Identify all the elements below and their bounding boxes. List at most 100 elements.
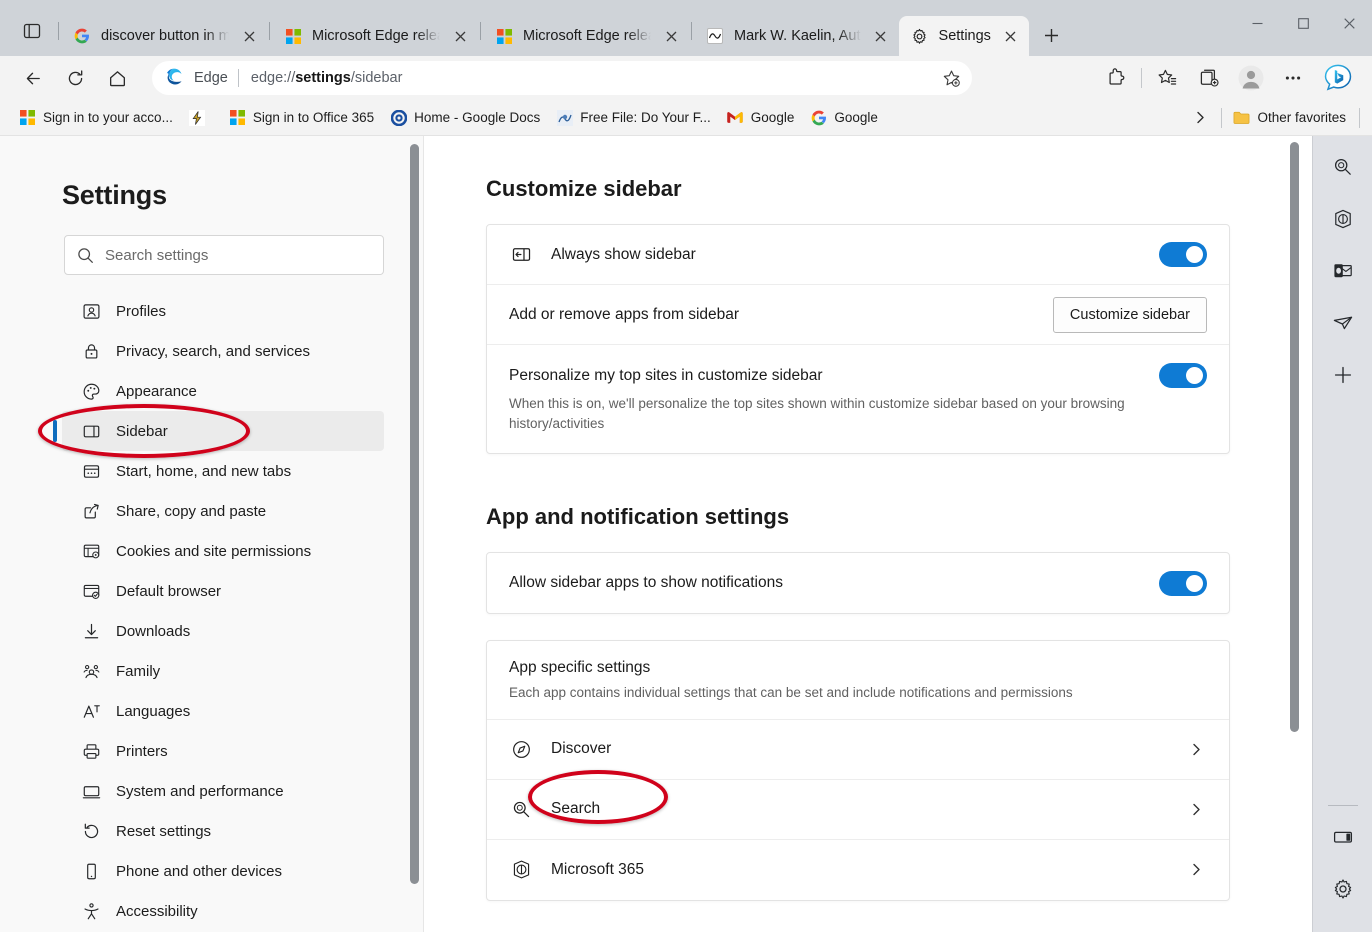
toggle-knob xyxy=(1186,367,1203,384)
settings-nav-scrollbar[interactable] xyxy=(410,144,419,884)
sidebar-item-appearance[interactable]: Appearance xyxy=(62,371,384,411)
sidebar-toggle-button[interactable] xyxy=(1324,818,1362,856)
close-icon[interactable] xyxy=(659,24,683,48)
sidebar-item-phone-devices[interactable]: Phone and other devices xyxy=(62,851,384,891)
address-bar[interactable]: Edge edge://settings/sidebar xyxy=(152,61,972,95)
content-scrollbar[interactable] xyxy=(1290,142,1299,732)
browser-tab[interactable]: Microsoft Edge relea xyxy=(483,16,689,56)
favorite-item[interactable]: Sign in to Office 365 xyxy=(222,105,381,131)
languages-icon xyxy=(80,700,102,722)
personalize-top-sites-toggle[interactable] xyxy=(1159,363,1207,388)
sidebar-item-profiles[interactable]: Profiles xyxy=(62,291,384,331)
close-window-button[interactable] xyxy=(1326,0,1372,46)
sidebar-item-printers[interactable]: Printers xyxy=(62,731,384,771)
sidebar-item-reset-settings[interactable]: Reset settings xyxy=(62,811,384,851)
add-favorite-icon[interactable] xyxy=(936,63,966,93)
sidebar-item-label: Share, copy and paste xyxy=(116,502,267,520)
app-row-microsoft-365[interactable]: Microsoft 365 xyxy=(487,840,1229,900)
favorite-item[interactable]: Sign in to your acco... xyxy=(12,105,180,131)
search-settings-box[interactable] xyxy=(64,235,384,275)
sidebar-item-system[interactable]: System and performance xyxy=(62,771,384,811)
tab-title: discover button in m xyxy=(101,28,229,44)
sidebar-item-start-home[interactable]: Start, home, and new tabs xyxy=(62,451,384,491)
browser-tab[interactable]: discover button in m xyxy=(61,16,267,56)
favorite-label: Sign in to Office 365 xyxy=(252,110,375,125)
bing-chat-button[interactable] xyxy=(1318,58,1358,98)
favorite-item[interactable]: Free File: Do Your F... xyxy=(549,105,718,131)
favorite-item[interactable]: Google xyxy=(720,105,802,131)
close-icon[interactable] xyxy=(237,24,261,48)
sidebar-item-downloads[interactable]: Downloads xyxy=(62,611,384,651)
maximize-button[interactable] xyxy=(1280,0,1326,46)
customize-sidebar-button[interactable]: Customize sidebar xyxy=(1052,296,1207,333)
sidebar-item-label: Phone and other devices xyxy=(116,862,282,880)
toggle-sidebar-icon xyxy=(1333,831,1353,843)
sidebar-search-button[interactable] xyxy=(1324,148,1362,186)
tab-separator xyxy=(691,22,692,40)
browser-tab[interactable]: Mark W. Kaelin, Aut xyxy=(694,16,899,56)
sidebar-item-default-browser[interactable]: Default browser xyxy=(62,571,384,611)
outlook-icon xyxy=(1333,264,1352,278)
docs-icon xyxy=(390,109,407,126)
address-bar-url[interactable]: edge://settings/sidebar xyxy=(251,70,936,86)
favorite-item[interactable]: Home - Google Docs xyxy=(383,105,547,131)
sidebar-item-sidebar[interactable]: Sidebar xyxy=(53,411,384,451)
sidebar-item-label: Printers xyxy=(116,742,168,760)
sidebar-settings-button[interactable] xyxy=(1324,870,1362,908)
chevron-right-icon[interactable] xyxy=(1185,859,1207,881)
tab-actions-menu-button[interactable] xyxy=(14,14,50,48)
sidebar-item-label: Downloads xyxy=(116,622,191,640)
close-icon[interactable] xyxy=(999,24,1023,48)
browser-tab-settings[interactable]: Settings xyxy=(898,16,1029,56)
back-button[interactable] xyxy=(16,61,50,95)
profile-avatar[interactable] xyxy=(1234,61,1268,95)
sidebar-item-label: Languages xyxy=(116,702,191,720)
section-title-app-notification: App and notification settings xyxy=(486,504,790,530)
close-icon[interactable] xyxy=(448,24,472,48)
chevron-right-icon[interactable] xyxy=(1185,738,1207,760)
other-favorites-folder[interactable]: Other favorites xyxy=(1226,105,1353,131)
sidebar-add-app-button[interactable] xyxy=(1324,356,1362,394)
always-show-sidebar-toggle[interactable] xyxy=(1159,242,1207,267)
extensions-button[interactable] xyxy=(1099,61,1133,95)
sidebar-item-label: Accessibility xyxy=(116,902,198,920)
sidebar-games-button[interactable] xyxy=(1324,304,1362,342)
favorites-button[interactable] xyxy=(1150,61,1184,95)
sidebar-item-privacy[interactable]: Privacy, search, and services xyxy=(62,331,384,371)
browser-tab[interactable]: Microsoft Edge relea xyxy=(272,16,478,56)
show-sidebar-icon xyxy=(509,243,533,267)
favorite-item[interactable] xyxy=(182,105,220,131)
favorites-overflow-icon[interactable] xyxy=(1187,105,1213,131)
sidebar-item-label: Cookies and site permissions xyxy=(116,542,312,560)
allow-notifications-toggle[interactable] xyxy=(1159,570,1207,596)
irs-icon xyxy=(556,109,573,126)
tab-separator xyxy=(58,22,59,40)
add-remove-apps-row: Add or remove apps from sidebar Customiz… xyxy=(487,285,1229,345)
sidebar-item-cookies[interactable]: Cookies and site permissions xyxy=(62,531,384,571)
close-icon[interactable] xyxy=(869,24,893,48)
search-settings-input[interactable] xyxy=(105,246,373,264)
edge-sidebar xyxy=(1312,136,1372,932)
sidebar-item-family[interactable]: Family xyxy=(62,651,384,691)
favorite-item[interactable]: Google xyxy=(803,105,885,131)
app-row-discover[interactable]: Discover xyxy=(487,720,1229,780)
chevron-right-icon[interactable] xyxy=(1185,798,1207,820)
settings-and-more-button[interactable] xyxy=(1276,61,1310,95)
refresh-button[interactable] xyxy=(58,61,92,95)
collections-button[interactable] xyxy=(1192,61,1226,95)
share-icon xyxy=(80,500,102,522)
allow-notifications-row[interactable]: Allow sidebar apps to show notifications xyxy=(487,553,1229,613)
sidebar-microsoft365-button[interactable] xyxy=(1324,200,1362,238)
sidebar-item-accessibility[interactable]: Accessibility xyxy=(62,891,384,931)
sidebar-outlook-button[interactable] xyxy=(1324,252,1362,290)
new-tab-button[interactable] xyxy=(1035,18,1069,52)
profile-card-icon xyxy=(80,300,102,322)
window-controls xyxy=(1234,0,1372,46)
always-show-sidebar-row[interactable]: Always show sidebar xyxy=(487,225,1229,285)
home-button[interactable] xyxy=(100,61,134,95)
sidebar-item-share-copy-paste[interactable]: Share, copy and paste xyxy=(62,491,384,531)
sidebar-item-languages[interactable]: Languages xyxy=(62,691,384,731)
app-row-search[interactable]: Search xyxy=(487,780,1229,840)
section-title-customize-sidebar: Customize sidebar xyxy=(486,176,682,201)
minimize-button[interactable] xyxy=(1234,0,1280,46)
